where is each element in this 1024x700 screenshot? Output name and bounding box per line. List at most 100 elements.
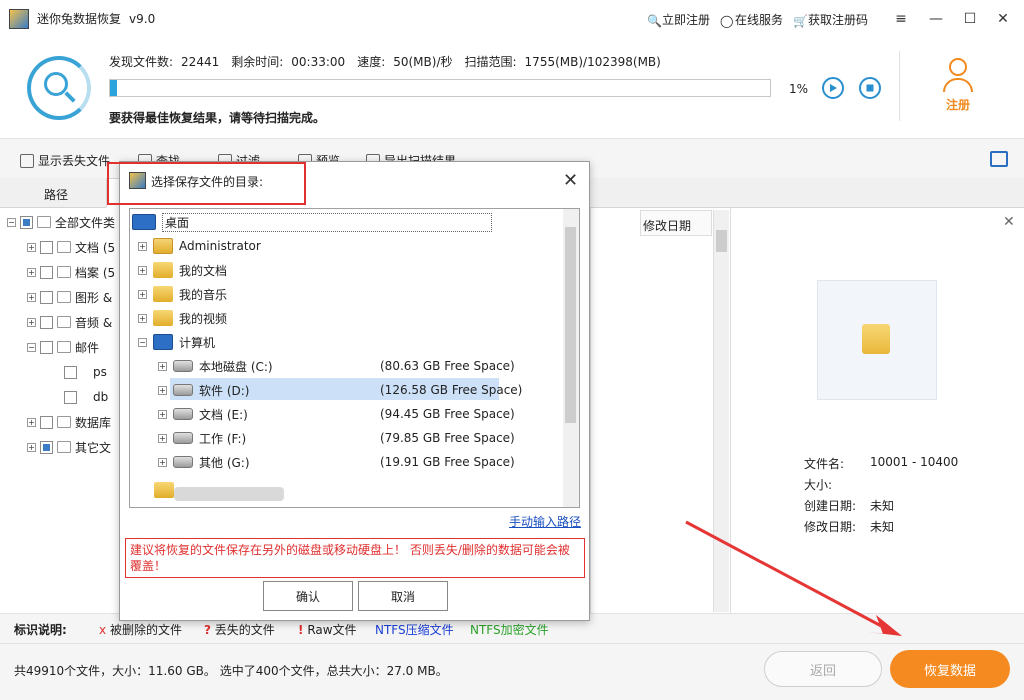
legend-lost: ? 丢失的文件 [204, 623, 275, 637]
dir-item-my-videos[interactable]: + 我的视频 [138, 307, 227, 329]
legend-ntfs-encrypted: NTFS加密文件 [470, 623, 549, 637]
checkbox[interactable] [40, 340, 53, 354]
directory-tree: 桌面 + Administrator + 我的文档 + 我的音乐 + 我的视频 − 计算机… [129, 208, 580, 508]
legend-title: 标识说明: [14, 623, 67, 637]
stop-icon [866, 84, 874, 92]
back-button[interactable]: 返回 [764, 651, 882, 687]
dir-item-drive-c[interactable]: + 本地磁盘 (C:) (80.63 GB Free Space) [158, 355, 558, 377]
checkbox[interactable] [40, 440, 53, 454]
minimize-button[interactable]: — [925, 8, 947, 30]
close-preview-icon[interactable]: ✕ [1003, 214, 1015, 230]
folder-icon [154, 482, 174, 498]
category-tree: − 全部文件类 + 文档 (5 + 档案 (5 + 图形 & + 音频 & − 邮件 ps … [0, 208, 120, 613]
dir-item-my-music[interactable]: + 我的音乐 [138, 283, 227, 305]
checkbox[interactable] [64, 365, 77, 379]
maximize-button[interactable]: ☐ [959, 8, 981, 30]
app-logo-icon [9, 8, 29, 29]
dir-item-computer[interactable]: − 计算机 [138, 331, 215, 353]
legend-ntfs-compressed: NTFS压缩文件 [375, 623, 454, 637]
tree-item-db[interactable]: db [64, 388, 108, 406]
scan-header: 发现文件数: 22441 剩余时间: 00:33:00 速度: 50(MB)/秒 扫描… [0, 37, 1024, 138]
scan-stats: 发现文件数: 22441 剩余时间: 00:33:00 速度: 50(MB)/秒 扫描… [109, 55, 661, 69]
recover-button[interactable]: 恢复数据 [890, 650, 1010, 688]
dir-item-drive-e[interactable]: + 文档 (E:) (94.45 GB Free Space) [158, 403, 558, 425]
play-icon [830, 84, 837, 92]
title-links: 🔍 立即注册 ◯ 在线服务 🛒 获取注册码 [647, 11, 868, 28]
tab-path[interactable]: 路径 [30, 178, 82, 208]
tree-item-other[interactable]: + 其它文 [27, 438, 111, 456]
close-dialog-button[interactable]: ✕ [563, 170, 578, 191]
user-folder-icon [153, 238, 173, 254]
resume-button[interactable] [822, 77, 844, 99]
dir-item-drive-g[interactable]: + 其他 (G:) (19.91 GB Free Space) [158, 451, 558, 473]
title-bar: 迷你兔数据恢复 v9.0 🔍 立即注册 ◯ 在线服务 🛒 获取注册码 ≡ — ☐ ✕ [0, 0, 1024, 37]
manual-path-link[interactable]: 手动输入路径 [509, 513, 581, 530]
show-lost-files-button[interactable]: 显示丢失文件 [20, 152, 110, 169]
tree-item-ps[interactable]: ps [64, 363, 107, 381]
database-icon [57, 416, 71, 428]
drive-icon [173, 360, 193, 372]
checkbox[interactable] [40, 265, 53, 279]
dir-item-my-documents[interactable]: + 我的文档 [138, 259, 227, 281]
register-button[interactable]: 注册 [930, 58, 986, 118]
app-version: v9.0 [129, 11, 156, 26]
column-modified-date[interactable]: 修改日期 [640, 210, 712, 236]
get-code-link[interactable]: 🛒 获取注册码 [793, 11, 868, 28]
save-directory-dialog: 选择保存文件的目录: ✕ 桌面 + Administrator + 我的文档 + 我的… [107, 161, 590, 621]
dir-item-drive-f[interactable]: + 工作 (F:) (79.85 GB Free Space) [158, 427, 558, 449]
dialog-scrollbar[interactable] [563, 209, 579, 507]
key-icon: 🔍 [647, 13, 662, 28]
archive-icon [57, 266, 71, 278]
blurred-label [174, 487, 284, 501]
computer-icon [37, 216, 51, 228]
checkbox[interactable] [40, 415, 53, 429]
tree-item-archives[interactable]: + 档案 (5 [27, 263, 115, 281]
legend-deleted: x 被删除的文件 [99, 623, 182, 637]
checkbox[interactable] [20, 215, 33, 229]
mail-icon [57, 341, 71, 353]
title-highlight-box [107, 162, 306, 205]
online-service-link[interactable]: ◯ 在线服务 [720, 11, 783, 28]
checkbox[interactable] [40, 315, 53, 329]
confirm-button[interactable]: 确认 [263, 581, 353, 611]
progress-percent: 1% [789, 82, 809, 96]
tree-item-mail[interactable]: − 邮件 [27, 338, 99, 356]
user-icon [949, 58, 967, 76]
computer-icon [153, 334, 173, 350]
cart-icon: 🛒 [793, 13, 808, 28]
tree-item-documents[interactable]: + 文档 (5 [27, 238, 115, 256]
cancel-button[interactable]: 取消 [358, 581, 448, 611]
tree-item-graphics[interactable]: + 图形 & [27, 288, 112, 306]
stop-button[interactable] [859, 77, 881, 99]
share-icon[interactable] [990, 151, 1008, 167]
scan-progress-fill [110, 80, 117, 96]
music-folder-icon [153, 286, 173, 302]
scan-progress-bar [109, 79, 771, 97]
register-now-link[interactable]: 🔍 立即注册 [647, 11, 710, 28]
scan-hint: 要获得最佳恢复结果，请等待扫描完成。 [109, 111, 326, 125]
checkbox[interactable] [40, 290, 53, 304]
checkbox[interactable] [40, 240, 53, 254]
info-filename: 文件名: 10001 - 10400 [804, 455, 959, 471]
dir-item-desktop[interactable]: 桌面 [132, 211, 492, 233]
video-folder-icon [153, 310, 173, 326]
dir-item-drive-d[interactable]: + 软件 (D:) (126.58 GB Free Space) [158, 379, 558, 401]
drive-icon [173, 384, 193, 396]
legend-raw: ! Raw文件 [298, 623, 357, 637]
tree-item-audio[interactable]: + 音频 & [27, 313, 112, 331]
tree-item-database[interactable]: + 数据库 [27, 413, 111, 431]
headset-icon: ◯ [720, 13, 734, 28]
desktop-icon [132, 214, 156, 230]
dir-item-administrator[interactable]: + Administrator [138, 235, 261, 257]
collapse-icon[interactable]: − [7, 217, 16, 227]
drive-icon [173, 456, 193, 468]
checkbox[interactable] [64, 390, 77, 404]
drive-icon [173, 432, 193, 444]
info-size: 大小: [804, 478, 833, 492]
tree-item-all[interactable]: − 全部文件类 [7, 213, 115, 231]
close-window-button[interactable]: ✕ [992, 8, 1014, 30]
menu-icon[interactable]: ≡ [890, 8, 912, 30]
documents-folder-icon [153, 262, 173, 278]
audio-icon [57, 316, 71, 328]
warning-message: 建议将恢复的文件保存在另外的磁盘或移动硬盘上！ 否则丢失/删除的数据可能会被覆盖… [125, 538, 585, 578]
